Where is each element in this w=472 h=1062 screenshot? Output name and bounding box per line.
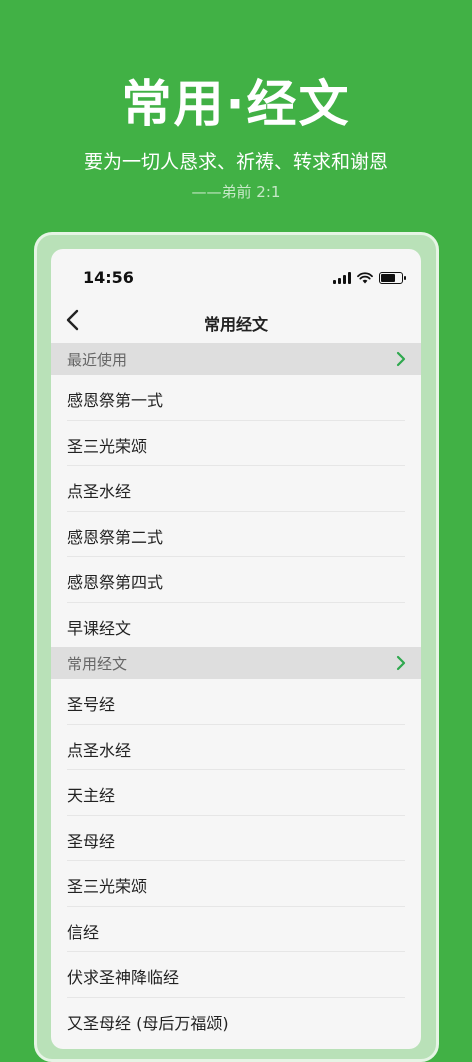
list-item-label: 点圣水经 [67, 740, 132, 760]
list-item[interactable]: 又圣母经 (母后万福颂) [51, 998, 421, 1044]
chevron-right-icon[interactable] [395, 350, 407, 368]
list-item[interactable]: 感恩祭第二式 [51, 512, 421, 557]
section-label: 常用经文 [67, 655, 128, 673]
signal-icon [333, 272, 351, 284]
nav-bar: 常用经文 [51, 307, 421, 343]
hero-title: 常用·经文 [121, 75, 351, 133]
hero-subtitle: 要为一切人恳求、祈祷、转求和谢恩 [83, 151, 388, 173]
list-item-label: 感恩祭第四式 [67, 573, 164, 592]
list-item[interactable]: 圣母经 [51, 816, 421, 861]
list-item-label: 早课经文 [67, 618, 132, 638]
list-item-label: 圣三光荣颂 [67, 877, 148, 896]
status-bar: 14:56 [51, 249, 421, 307]
list-item[interactable]: 信经 [51, 907, 421, 952]
list-item-label: 又圣母经 (母后万福颂) [67, 1013, 229, 1033]
status-icons [333, 271, 406, 285]
page-title: 常用经文 [203, 315, 268, 334]
list-item[interactable]: 圣三光荣颂 [51, 861, 421, 907]
list-item-label: 圣母经 [67, 831, 116, 851]
list-item-label: 信经 [67, 922, 100, 942]
section-header-common[interactable]: 常用经文 [51, 647, 421, 679]
list-item[interactable]: 天主经 [51, 770, 421, 816]
list-item-label: 伏求圣神降临经 [67, 968, 180, 987]
list-item-label: 圣三光荣颂 [67, 436, 148, 456]
list-item[interactable]: 点圣水经 [51, 725, 421, 770]
list-item-label: 感恩祭第二式 [67, 527, 164, 547]
list-item-label: 天主经 [67, 786, 116, 805]
list-item[interactable]: 圣号经 [51, 679, 421, 725]
list-item[interactable]: 感恩祭第四式 [51, 557, 421, 603]
hero-reference: ——弟前 2:1 [191, 183, 281, 201]
phone-screen: 14:56 常用经文 最近使用 感恩祭第一式 圣三光荣颂 点圣水经 感恩祭第二式… [51, 249, 421, 1049]
list-item-label: 圣号经 [67, 695, 116, 714]
list-item[interactable]: 感恩祭第一式 [51, 375, 421, 421]
list-item[interactable]: 点圣水经 [51, 466, 421, 512]
wifi-icon [357, 272, 373, 284]
section-label: 最近使用 [67, 351, 128, 369]
chevron-right-icon[interactable] [395, 654, 407, 672]
status-time: 14:56 [83, 268, 134, 287]
battery-icon [379, 272, 406, 284]
section-header-recent[interactable]: 最近使用 [51, 343, 421, 375]
list-item-label: 点圣水经 [67, 482, 132, 501]
list-item[interactable]: 圣三光荣颂 [51, 421, 421, 466]
list-item[interactable]: 伏求圣神降临经 [51, 952, 421, 998]
list-item-label: 感恩祭第一式 [67, 391, 164, 410]
list-item[interactable]: 早课经文 [51, 603, 421, 649]
